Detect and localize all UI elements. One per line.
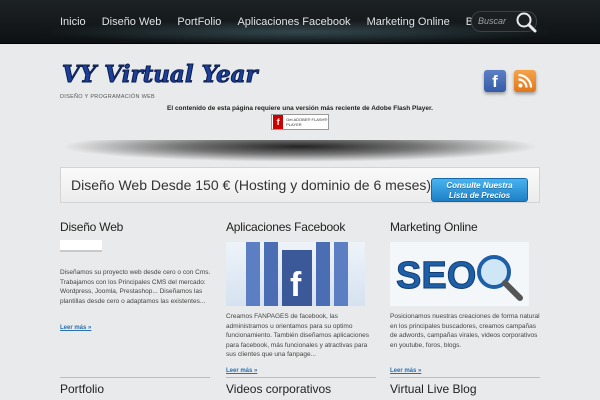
flash-button-label: Get ADOBE® FLASH® PLAYER xyxy=(286,117,328,127)
column-diseno-web: Diseño Web Diseñamos su proyecto web des… xyxy=(60,220,210,331)
column-title: Diseño Web xyxy=(60,220,124,234)
read-more-link[interactable]: Leer más » xyxy=(226,368,257,374)
promo-banner: Diseño Web Desde 150 € (Hosting y domini… xyxy=(60,167,540,203)
facebook-letter: f xyxy=(290,266,302,304)
nav-portfolio[interactable]: PortFolio xyxy=(169,0,229,44)
portfolio-title: Portfolio xyxy=(60,382,105,396)
facebook-apps-image: f xyxy=(226,242,365,306)
column-text: Diseñamos su proyecto web desde cero o c… xyxy=(60,269,211,305)
main-menu: Inicio Diseño Web PortFolio Aplicaciones… xyxy=(52,0,496,44)
rss-icon[interactable] xyxy=(514,70,536,92)
search-icon[interactable] xyxy=(514,10,538,34)
nav-diseno-web[interactable]: Diseño Web xyxy=(94,0,170,44)
column-title: Aplicaciones Facebook xyxy=(226,220,346,234)
slider-shadow xyxy=(60,140,540,162)
videos-corporativos-title: Videos corporativos xyxy=(226,382,332,396)
diseno-web-thumbnail xyxy=(60,240,102,252)
logo-text: VY Virtual Year xyxy=(62,61,260,88)
price-list-button[interactable]: Consulte Nuestra Lista de Precios xyxy=(431,178,528,202)
site-tagline: DISEÑO Y PROGRAMACIÓN WEB xyxy=(60,94,156,100)
price-list-button-line1: Consulte Nuestra xyxy=(446,181,513,190)
promo-text: Diseño Web Desde 150 € (Hosting y domini… xyxy=(71,177,432,193)
facebook-icon[interactable]: f xyxy=(484,70,506,92)
column-aplicaciones-facebook: Aplicaciones Facebook f Creamos FANPAGES… xyxy=(226,220,376,374)
column-title: Marketing Online xyxy=(390,220,478,234)
site-logo[interactable]: VY Virtual Year xyxy=(60,58,290,92)
flash-logo-icon: f xyxy=(273,115,284,129)
column-marketing-online: Marketing Online SEO Posicionamos nuestr… xyxy=(390,220,540,374)
read-more-link[interactable]: Leer más » xyxy=(390,368,421,374)
section-divider xyxy=(226,377,376,378)
nav-inicio[interactable]: Inicio xyxy=(52,0,94,44)
nav-marketing-online[interactable]: Marketing Online xyxy=(359,0,458,44)
column-text: Posicionamos nuestras creaciones de form… xyxy=(390,313,540,349)
section-divider xyxy=(390,377,540,378)
get-flash-button[interactable]: f Get ADOBE® FLASH® PLAYER xyxy=(271,114,329,130)
section-divider xyxy=(60,377,210,378)
price-list-button-line2: Lista de Precios xyxy=(448,191,511,200)
virtual-live-blog-title: Virtual Live Blog xyxy=(390,382,477,396)
top-navigation-bar: Inicio Diseño Web PortFolio Aplicaciones… xyxy=(0,0,600,44)
read-more-link[interactable]: Leer más » xyxy=(60,325,91,331)
nav-aplicaciones-facebook[interactable]: Aplicaciones Facebook xyxy=(229,0,358,44)
column-text: Creamos FANPAGES de facebook, las admini… xyxy=(226,313,369,358)
seo-image: SEO xyxy=(390,242,529,306)
seo-letters: SEO xyxy=(396,255,476,297)
flash-message: El contenido de esta página requiere una… xyxy=(167,105,433,112)
